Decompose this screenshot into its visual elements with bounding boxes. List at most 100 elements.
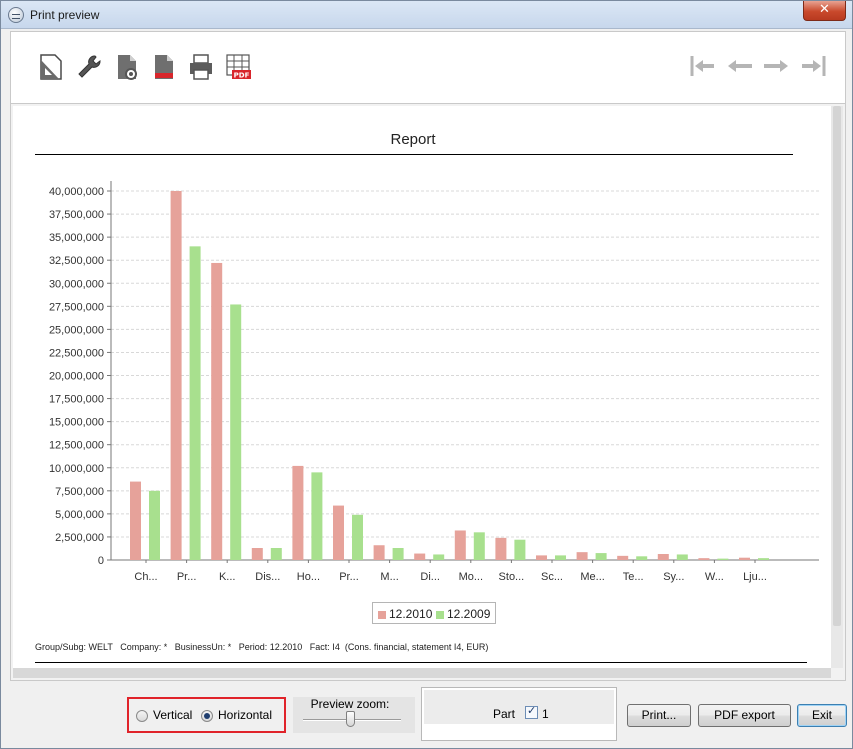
y-tick-label: 20,000,000	[49, 371, 104, 383]
part-checkbox[interactable]	[525, 704, 538, 719]
y-tick-label: 40,000,000	[49, 186, 104, 198]
exit-button[interactable]: Exit	[797, 704, 847, 727]
horizontal-scrollbar[interactable]	[13, 668, 831, 678]
x-tick-label: K...	[219, 571, 236, 583]
first-page-icon[interactable]	[689, 54, 717, 78]
legend-item-12-2009: 12.2009	[436, 607, 490, 621]
page-setup-icon[interactable]	[37, 52, 65, 82]
x-tick-label: Mo...	[459, 571, 483, 583]
bar-12-2010	[536, 555, 547, 560]
window-title: Print preview	[30, 8, 100, 22]
y-tick-label: 30,000,000	[49, 278, 104, 290]
bar-12-2009	[514, 539, 526, 560]
bar-12-2010	[333, 505, 344, 560]
vertical-radio-label[interactable]: Vertical	[153, 708, 192, 722]
y-tick-label: 37,500,000	[49, 209, 104, 221]
x-tick-label: Di...	[420, 571, 440, 583]
close-button[interactable]: ✕	[803, 1, 846, 21]
x-tick-label: Sy...	[663, 571, 684, 583]
wrench-icon[interactable]	[75, 52, 103, 82]
bar-12-2010	[576, 552, 588, 560]
bar-12-2009	[473, 532, 485, 560]
report-page: Report 0 2,500,000 5,000,000 7,500,000 10,00…	[13, 106, 831, 668]
part-group: Part 1	[421, 687, 617, 741]
last-page-icon[interactable]	[799, 54, 827, 78]
y-tick-label: 10,000,000	[49, 463, 104, 475]
pdf-export-icon[interactable]: PDF	[224, 52, 252, 82]
bar-12-2010	[495, 537, 507, 560]
vertical-scroll-thumb[interactable]	[833, 106, 841, 626]
legend-label-12-2010: 12.2010	[389, 607, 433, 621]
y-tick-label: 22,500,000	[49, 347, 104, 359]
bar-12-2010	[617, 555, 629, 560]
legend-swatch-12-2010	[378, 610, 386, 619]
preview-zoom-slider[interactable]	[346, 711, 355, 727]
bar-12-2010	[454, 530, 466, 560]
x-tick-label: Te...	[623, 571, 644, 583]
x-tick-label: Pr...	[177, 571, 197, 583]
preview-zoom-label: Preview zoom:	[310, 697, 390, 711]
report-footer: Group/Subg: WELT Company: * BusinessUn: …	[35, 642, 489, 652]
bar-12-2010	[414, 553, 426, 560]
horizontal-radio-label[interactable]: Horizontal	[218, 708, 272, 722]
bar-12-2009	[595, 553, 607, 560]
y-tick-label: 12,500,000	[49, 440, 104, 452]
next-page-icon[interactable]	[762, 54, 790, 78]
pdf-badge-label: PDF	[234, 72, 250, 80]
x-tick-label: M...	[380, 571, 398, 583]
bar-12-2010	[739, 557, 750, 560]
bar-12-2010	[130, 481, 141, 560]
y-tick-label: 7,500,000	[55, 486, 104, 498]
x-tick-label: W...	[705, 571, 724, 583]
bar-12-2009	[392, 548, 404, 560]
bar-12-2009	[230, 304, 242, 560]
y-tick-label: 5,000,000	[55, 509, 104, 521]
y-tick-label: 17,500,000	[49, 394, 104, 406]
bar-12-2009	[149, 490, 160, 560]
page-settings-icon[interactable]	[113, 52, 141, 82]
bar-12-2009	[676, 554, 688, 560]
x-tick-label: Ch...	[134, 571, 157, 583]
part-value: 1	[542, 707, 549, 721]
vertical-scrollbar[interactable]	[831, 106, 843, 668]
y-tick-label: 15,000,000	[49, 417, 104, 429]
y-tick-label: 27,500,000	[49, 301, 104, 313]
chart-legend: 12.2010 12.2009	[372, 602, 496, 624]
bar-12-2010	[170, 191, 182, 560]
previous-page-icon[interactable]	[726, 54, 754, 78]
part-label: Part	[493, 707, 516, 721]
bar-12-2010	[211, 262, 223, 560]
bar-12-2009	[433, 554, 445, 560]
bar-12-2010	[698, 558, 710, 560]
y-tick-label: 25,000,000	[49, 324, 104, 336]
bar-12-2010	[657, 554, 669, 560]
x-tick-label: Me...	[580, 571, 604, 583]
preview-area: Report 0 2,500,000 5,000,000 7,500,000 10,00…	[10, 103, 846, 681]
app-icon	[8, 7, 24, 23]
part-panel: Part 1	[424, 690, 614, 724]
bottom-controls: Vertical Horizontal Preview zoom: Part 1…	[1, 684, 852, 748]
orientation-group: Vertical Horizontal	[127, 697, 286, 733]
legend-swatch-12-2009	[436, 610, 444, 619]
x-tick-label: Lju...	[743, 571, 767, 583]
bar-12-2009	[352, 514, 363, 560]
x-tick-label: Sc...	[541, 571, 563, 583]
printer-icon[interactable]	[187, 52, 215, 82]
footer-rule	[35, 662, 807, 663]
horizontal-radio[interactable]	[201, 710, 213, 722]
title-bar: Print preview ✕	[1, 1, 852, 29]
print-button[interactable]: Print...	[627, 704, 691, 727]
bar-12-2010	[251, 548, 263, 560]
vertical-radio[interactable]	[136, 710, 148, 722]
bar-12-2009	[189, 246, 201, 560]
bar-12-2009	[758, 558, 769, 560]
print-preview-window: Print preview ✕ PDF Report 0 2,500,000 5…	[0, 0, 853, 749]
legend-label-12-2009: 12.2009	[447, 607, 491, 621]
bar-12-2009	[555, 555, 566, 560]
pdf-export-button[interactable]: PDF export	[698, 704, 791, 727]
bar-12-2010	[373, 545, 385, 560]
bar-12-2009	[636, 556, 648, 560]
page-remove-icon[interactable]	[150, 52, 178, 82]
bar-12-2009	[270, 548, 282, 560]
bar-12-2009	[717, 558, 729, 560]
